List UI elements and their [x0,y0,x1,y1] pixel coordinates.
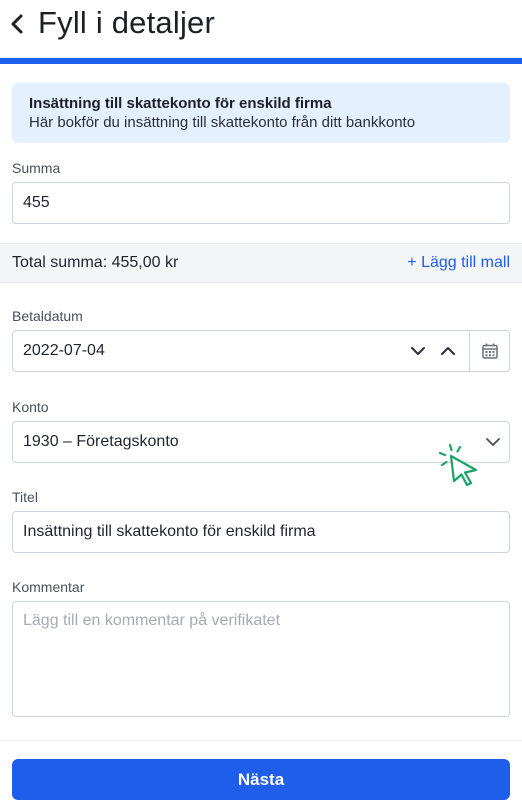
titel-label: Titel [12,489,38,505]
footer-divider [0,740,522,741]
betaldatum-field[interactable]: 2022-07-04 [12,330,510,372]
chevron-down-icon [486,438,500,446]
click-cursor-icon [438,443,478,487]
chevron-left-icon [11,14,23,34]
info-banner: Insättning till skattekonto för enskild … [12,83,510,143]
konto-dropdown-toggle[interactable] [478,422,508,462]
titel-value: Insättning till skattekonto för enskild … [23,523,316,540]
betaldatum-label: Betaldatum [12,308,83,324]
titel-input[interactable]: Insättning till skattekonto för enskild … [12,511,510,553]
kommentar-textarea[interactable]: Lägg till en kommentar på verifikatet [12,601,510,717]
chevron-up-icon [441,347,455,355]
calendar-button[interactable] [470,331,510,371]
calendar-icon [482,343,498,359]
konto-value: 1930 – Företagskonto [23,433,179,450]
total-row: Total summa: 455,00 kr + Lägg till mall [0,243,522,283]
header-accent-bar [0,58,522,64]
date-decrement-button[interactable] [403,331,433,371]
summa-input[interactable]: 455 [12,182,510,224]
kommentar-label: Kommentar [12,579,85,595]
summa-label: Summa [12,160,61,176]
next-button[interactable]: Nästa [12,759,510,800]
summa-value: 455 [23,194,50,211]
kommentar-placeholder: Lägg till en kommentar på verifikatet [23,612,281,629]
add-template-link[interactable]: + Lägg till mall [407,244,510,282]
date-increment-button[interactable] [433,331,463,371]
total-sum-text: Total summa: 455,00 kr [12,254,179,271]
back-button[interactable] [4,8,30,40]
banner-title: Insättning till skattekonto för enskild … [29,95,332,112]
banner-text: Här bokför du insättning till skattekont… [29,114,416,131]
app-header: Fyll i detaljer [0,0,522,58]
page-title: Fyll i detaljer [38,5,215,40]
konto-label: Konto [12,399,49,415]
chevron-down-icon [411,347,425,355]
betaldatum-value: 2022-07-04 [23,342,105,359]
